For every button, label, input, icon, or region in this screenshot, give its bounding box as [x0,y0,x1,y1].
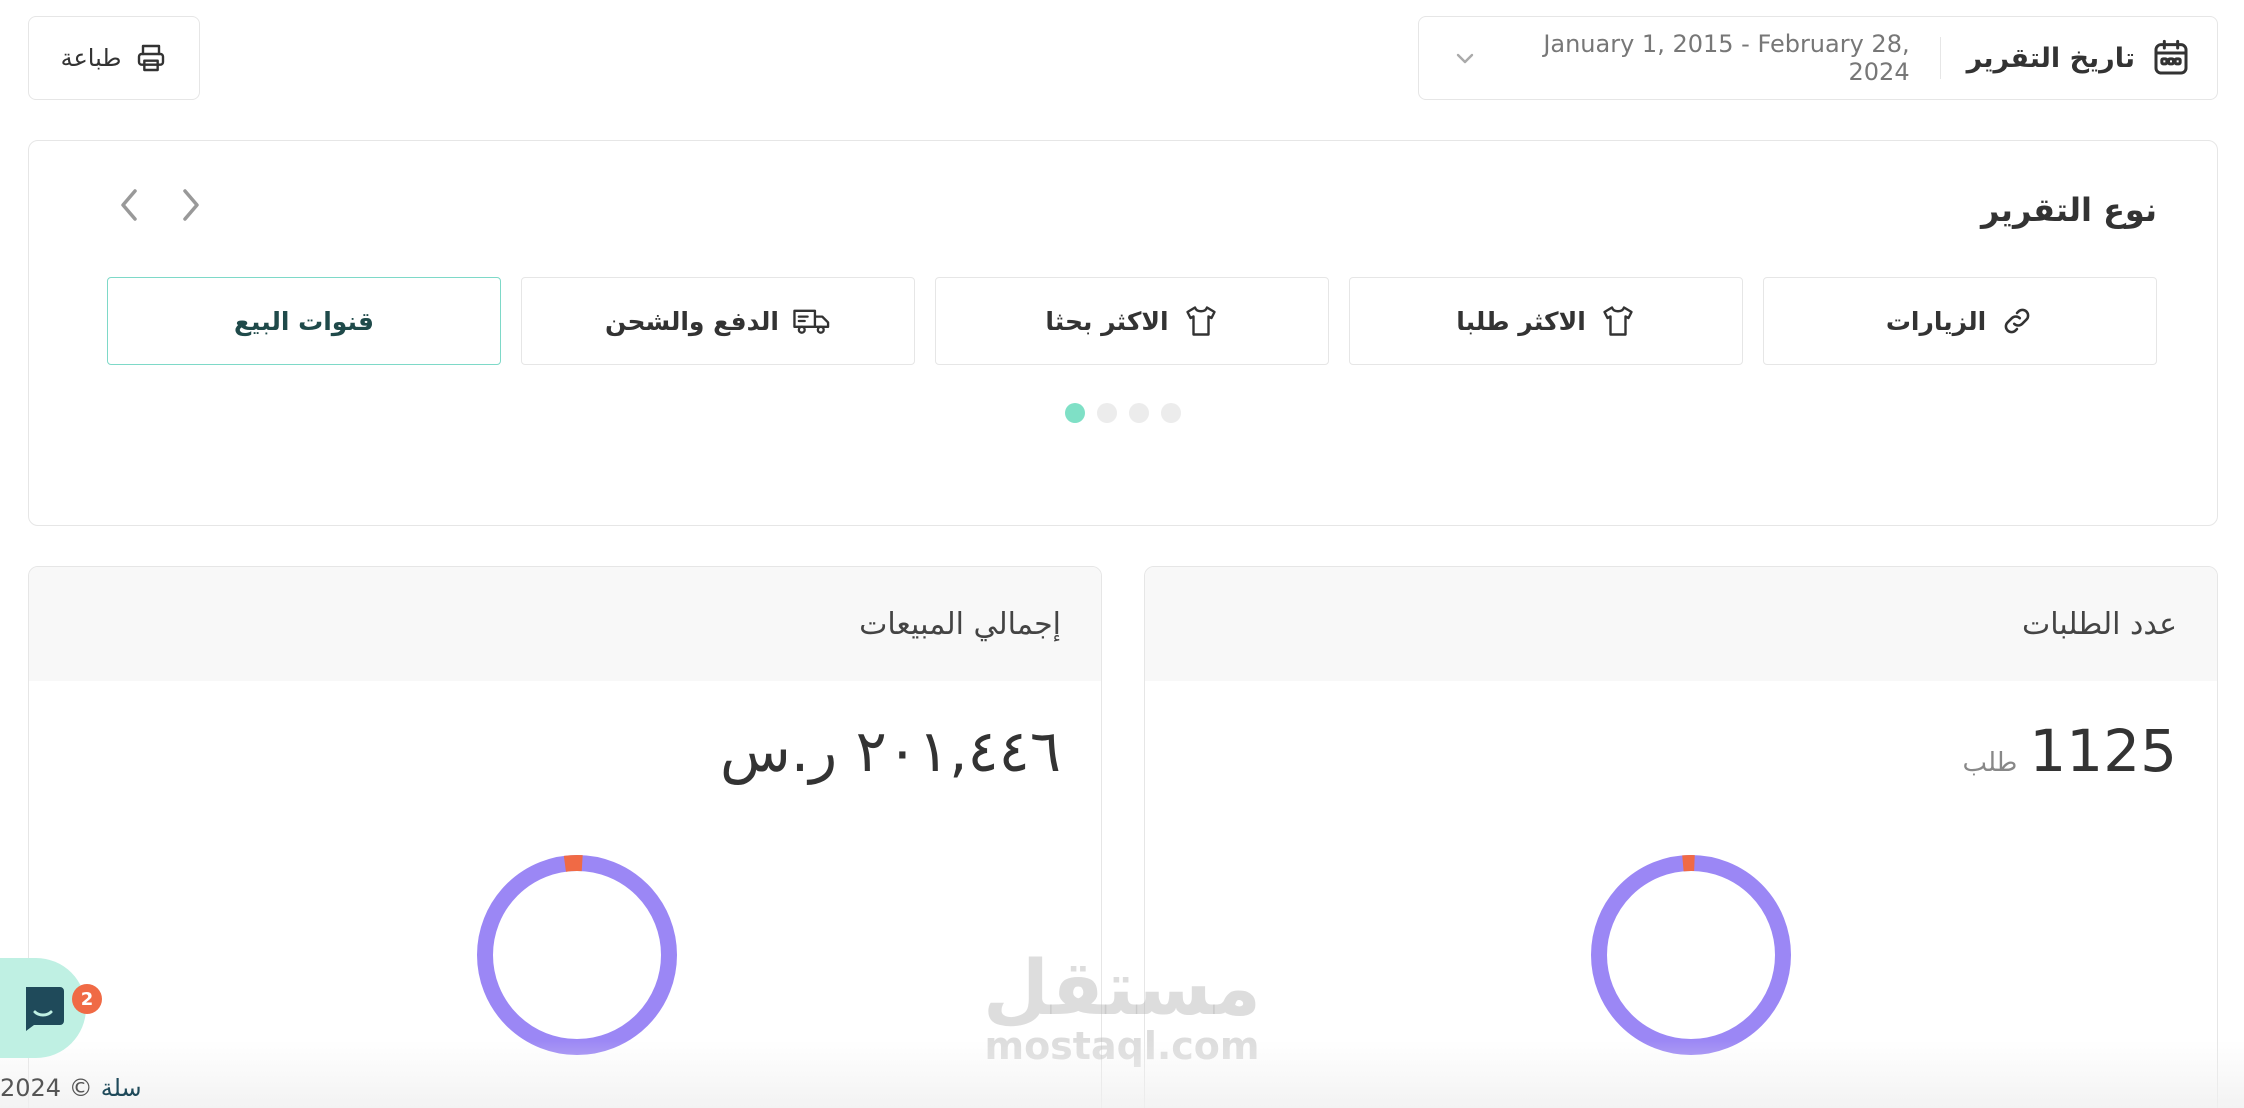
link-icon [2004,308,2030,334]
pagination-dot[interactable] [1161,403,1181,423]
report-type-card: نوع التقرير الزيارات الاكثر طلبا الاكثر … [28,140,2218,526]
pagination-dot[interactable] [1065,403,1085,423]
shirt-icon [1603,306,1633,336]
top-toolbar: طباعة تاريخ التقرير January 1, 2015 - Fe… [0,0,2244,110]
date-range-value: January 1, 2015 - February 28, 2024 [1543,30,1910,86]
tab-label: الاكثر بحثا [1045,306,1169,336]
tab-label: الاكثر طلبا [1456,306,1586,336]
footer: سلة © 2024 [0,1074,142,1102]
orders-count-title: عدد الطلبات [1145,567,2217,681]
carousel-arrows [111,185,209,225]
watermark-latin: mostaql.com [984,1024,1260,1068]
chat-notification-badge: 2 [72,984,102,1014]
shirt-icon [1185,306,1216,336]
chat-icon [26,987,64,1031]
orders-count-value: 1125 [2029,717,2177,785]
tab-most-searched[interactable]: الاكثر بحثا [935,277,1329,365]
delivery-truck-icon [793,309,830,334]
orders-count-unit: طلب [1962,748,2018,778]
footer-brand[interactable]: سلة [101,1074,142,1102]
pagination-dot[interactable] [1129,403,1149,423]
report-date-picker[interactable]: تاريخ التقرير January 1, 2015 - February… [1418,16,2218,100]
tab-label: الزيارات [1885,306,1987,336]
watermark: مستقل mostaql.com [982,950,1262,1068]
total-sales-card: إجمالي المبيعات ٢٠١,٤٤٦ ر.س [28,566,1102,1108]
watermark-arabic: مستقل [983,943,1261,1032]
tab-label: الدفع والشحن [605,306,779,336]
chevron-left-icon[interactable] [111,185,147,225]
tab-visits[interactable]: الزيارات [1763,277,2157,365]
footer-copyright: © 2024 [0,1074,93,1102]
tab-sales-channels[interactable]: قنوات البيع [107,277,501,365]
chevron-right-icon[interactable] [173,185,209,225]
sales-donut-chart [477,855,677,1055]
report-type-tabs: الزيارات الاكثر طلبا الاكثر بحثا الدفع و… [107,277,2157,365]
orders-donut-chart [1591,855,1791,1055]
print-label: طباعة [60,44,122,72]
report-date-label: تاريخ التقرير [1966,42,2135,74]
tab-most-ordered[interactable]: الاكثر طلبا [1349,277,1743,365]
total-sales-title: إجمالي المبيعات [29,567,1101,681]
donut-main-ring [1591,855,1791,1055]
orders-count-value-row: 1125 طلب [1145,681,2217,785]
donut-main-ring [477,855,677,1055]
tab-label: قنوات البيع [233,306,375,336]
total-sales-value: ٢٠١,٤٤٦ ر.س [719,717,1061,785]
calendar-icon [2154,39,2188,75]
report-type-title: نوع التقرير [1981,191,2157,229]
total-sales-value-row: ٢٠١,٤٤٦ ر.س [29,681,1101,785]
printer-icon [138,44,165,72]
report-date-label-group: تاريخ التقرير [1939,37,2191,79]
pagination-dot[interactable] [1097,403,1117,423]
print-button[interactable]: طباعة [28,16,200,100]
chevron-down-icon[interactable] [1445,51,1485,65]
carousel-pagination [1065,403,1181,423]
tab-payment-shipping[interactable]: الدفع والشحن [521,277,915,365]
orders-count-card: عدد الطلبات 1125 طلب [1144,566,2218,1108]
donut-minor-segment [477,855,677,1055]
